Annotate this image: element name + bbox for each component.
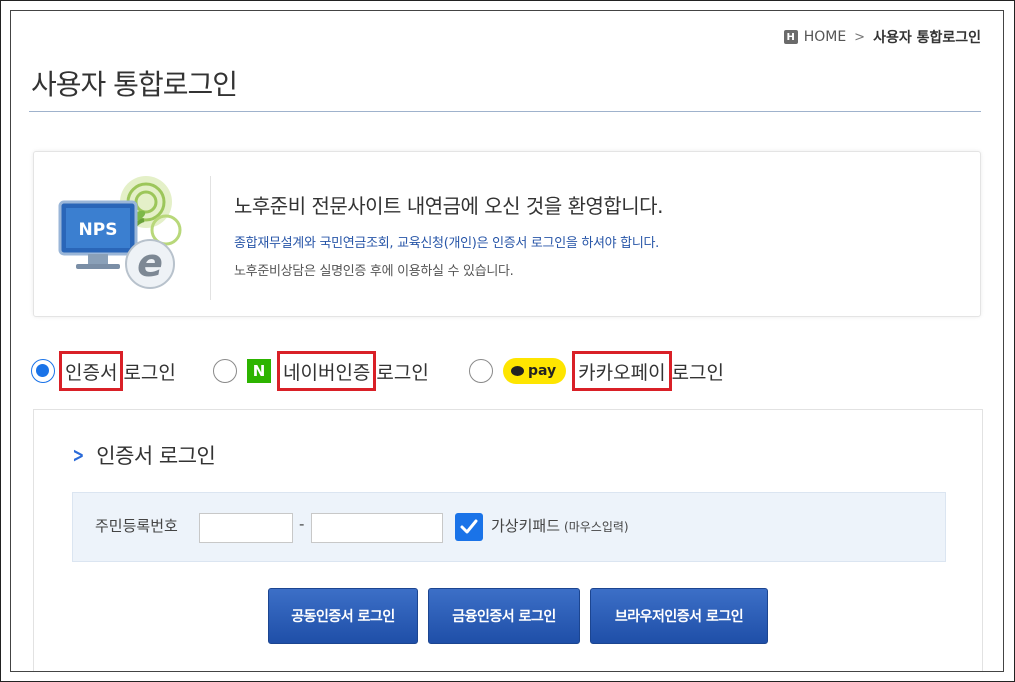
browser-cert-login-button[interactable]: 브라우저인증서 로그인 xyxy=(590,588,768,644)
method-kakao-highlight: 카카오페이 xyxy=(572,351,672,391)
chevron-right-icon: > xyxy=(72,443,84,467)
nps-logo-text: NPS xyxy=(79,220,118,240)
welcome-heading: 노후준비 전문사이트 내연금에 오신 것을 환영합니다. xyxy=(234,194,663,218)
method-naver-suffix: 로그인 xyxy=(376,361,429,384)
page-title: 사용자 통합로그인 xyxy=(31,68,238,101)
method-cert-highlight: 인증서 xyxy=(59,351,124,391)
rrn-first-input[interactable] xyxy=(199,513,293,543)
method-naver[interactable]: N 네이버인증 로그인 xyxy=(213,349,429,393)
rrn-second-input[interactable] xyxy=(311,513,443,543)
svg-text:e: e xyxy=(137,241,163,285)
rrn-label: 주민등록번호 xyxy=(95,517,178,535)
radio-cert[interactable] xyxy=(31,359,55,383)
chat-bubble-icon xyxy=(511,366,524,376)
virtual-keypad-label: 가상키패드 (마우스입력) xyxy=(491,515,629,536)
breadcrumb-current: 사용자 통합로그인 xyxy=(873,30,981,46)
kakao-pay-icon: pay xyxy=(503,358,567,384)
breadcrumb: H HOME > 사용자 통합로그인 xyxy=(783,27,981,47)
method-kakao-suffix: 로그인 xyxy=(671,361,725,384)
radio-naver[interactable] xyxy=(213,359,237,383)
welcome-box: NPS e 노후준비 전문사이트 내연금에 오신 것을 환영합니다. 종합재무설… xyxy=(33,151,981,317)
page-container: H HOME > 사용자 통합로그인 사용자 통합로그인 NPS e 노후준비 … xyxy=(10,10,1004,672)
welcome-note: 노후준비상담은 실명인증 후에 이용하실 수 있습니다. xyxy=(234,264,514,279)
radio-kakao[interactable] xyxy=(469,359,493,383)
virtual-keypad-checkbox[interactable] xyxy=(455,513,483,541)
virtual-keypad-label-text: 가상키패드 xyxy=(491,517,561,535)
method-naver-highlight: 네이버인증 xyxy=(277,351,377,391)
panel-title-text: 인증서 로그인 xyxy=(96,444,216,468)
method-cert[interactable]: 인증서 로그인 xyxy=(31,349,176,393)
rrn-input-box: 주민등록번호 - 가상키패드 (마우스입력) xyxy=(72,492,946,562)
joint-cert-login-button[interactable]: 공동인증서 로그인 xyxy=(268,588,418,644)
cert-login-panel: > 인증서 로그인 주민등록번호 - 가상키패드 (마우스입력) 공동인증서 로그… xyxy=(33,409,983,671)
panel-title: > 인증서 로그인 xyxy=(70,440,215,470)
finance-cert-login-button[interactable]: 금융인증서 로그인 xyxy=(428,588,580,644)
method-kakao[interactable]: pay 카카오페이 로그인 xyxy=(469,349,724,393)
login-method-selector: 인증서 로그인 N 네이버인증 로그인 pay 카카오페이 로그인 xyxy=(31,349,991,393)
welcome-divider xyxy=(210,176,211,300)
breadcrumb-home[interactable]: HOME xyxy=(804,29,846,45)
welcome-info: 종합재무설계와 국민연금조회, 교육신청(개인)은 인증서 로그인을 하셔야 합… xyxy=(234,236,659,251)
title-divider xyxy=(29,111,981,112)
checkmark-icon xyxy=(460,519,478,534)
nps-logo-icon: NPS e xyxy=(58,176,182,289)
home-icon[interactable]: H xyxy=(783,30,798,44)
rrn-dash: - xyxy=(299,515,305,533)
virtual-keypad-sublabel: (마우스입력) xyxy=(564,520,629,534)
breadcrumb-separator: > xyxy=(854,29,866,45)
kakao-pay-icon-text: pay xyxy=(528,363,557,379)
naver-icon: N xyxy=(247,359,271,383)
method-cert-suffix: 로그인 xyxy=(123,361,176,384)
